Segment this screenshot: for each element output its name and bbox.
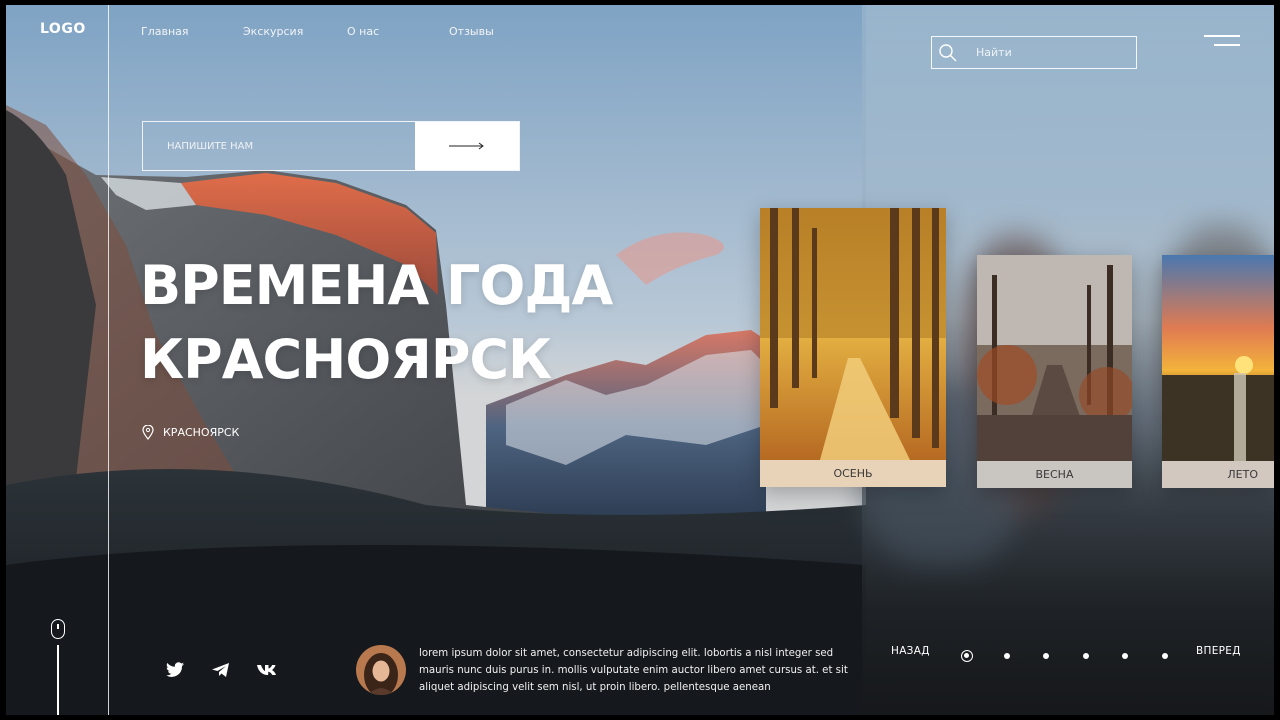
location: КРАСНОЯРСК	[142, 425, 239, 440]
arrow-right-icon	[449, 142, 484, 150]
pager-dot-6[interactable]	[1162, 653, 1168, 659]
summer-image	[1162, 255, 1274, 465]
contact-input[interactable]	[143, 122, 415, 170]
pager-dot-5[interactable]	[1122, 653, 1128, 659]
spring-image	[977, 255, 1132, 465]
telegram-icon[interactable]	[211, 661, 231, 679]
season-label-spring: ВЕСНА	[977, 461, 1132, 488]
season-card-spring[interactable]: ВЕСНА	[977, 255, 1132, 488]
send-button[interactable]	[415, 122, 519, 170]
menu-icon[interactable]	[1204, 35, 1240, 55]
hero-title: ВРЕМЕНА ГОДА КРАСНОЯРСК	[140, 249, 613, 397]
season-card-autumn[interactable]: ОСЕНЬ	[760, 208, 946, 487]
season-card-summer[interactable]: ЛЕТО	[1162, 255, 1274, 488]
search-icon[interactable]	[938, 43, 958, 63]
pager-dot-3[interactable]	[1043, 653, 1049, 659]
autumn-image	[760, 208, 946, 460]
vk-icon[interactable]	[256, 661, 282, 679]
pager-dot-2[interactable]	[1004, 653, 1010, 659]
location-label: КРАСНОЯРСК	[163, 426, 240, 439]
pager-dot-4[interactable]	[1083, 653, 1089, 659]
hero-background: LOGO Главная Экскурсия О нас Отзывы ВРЕМ…	[6, 5, 1274, 715]
avatar	[356, 645, 406, 695]
logo[interactable]: LOGO	[40, 21, 86, 37]
twitter-icon[interactable]	[165, 661, 185, 679]
hero-title-line2: КРАСНОЯРСК	[140, 328, 552, 391]
hero-title-line1: ВРЕМЕНА ГОДА	[140, 254, 613, 317]
map-pin-icon	[142, 425, 154, 440]
season-label-autumn: ОСЕНЬ	[760, 460, 946, 487]
next-button[interactable]: ВПЕРЕД	[1196, 645, 1241, 657]
prev-button[interactable]: НАЗАД	[891, 645, 930, 657]
contact-form	[142, 121, 520, 171]
pager-dot-1[interactable]	[961, 650, 973, 662]
nav-home[interactable]: Главная	[141, 25, 189, 38]
sidebar-divider	[108, 5, 109, 715]
review-text: lorem ipsum dolor sit amet, consectetur …	[419, 648, 848, 693]
season-label-summer: ЛЕТО	[1162, 461, 1274, 488]
search-input[interactable]	[976, 46, 1126, 59]
nav-about[interactable]: О нас	[347, 25, 379, 38]
nav-excursion[interactable]: Экскурсия	[243, 25, 303, 38]
nav-reviews[interactable]: Отзывы	[449, 25, 494, 38]
mouse-scroll-icon	[51, 619, 65, 639]
search-box	[931, 36, 1137, 69]
scroll-indicator	[57, 645, 59, 715]
